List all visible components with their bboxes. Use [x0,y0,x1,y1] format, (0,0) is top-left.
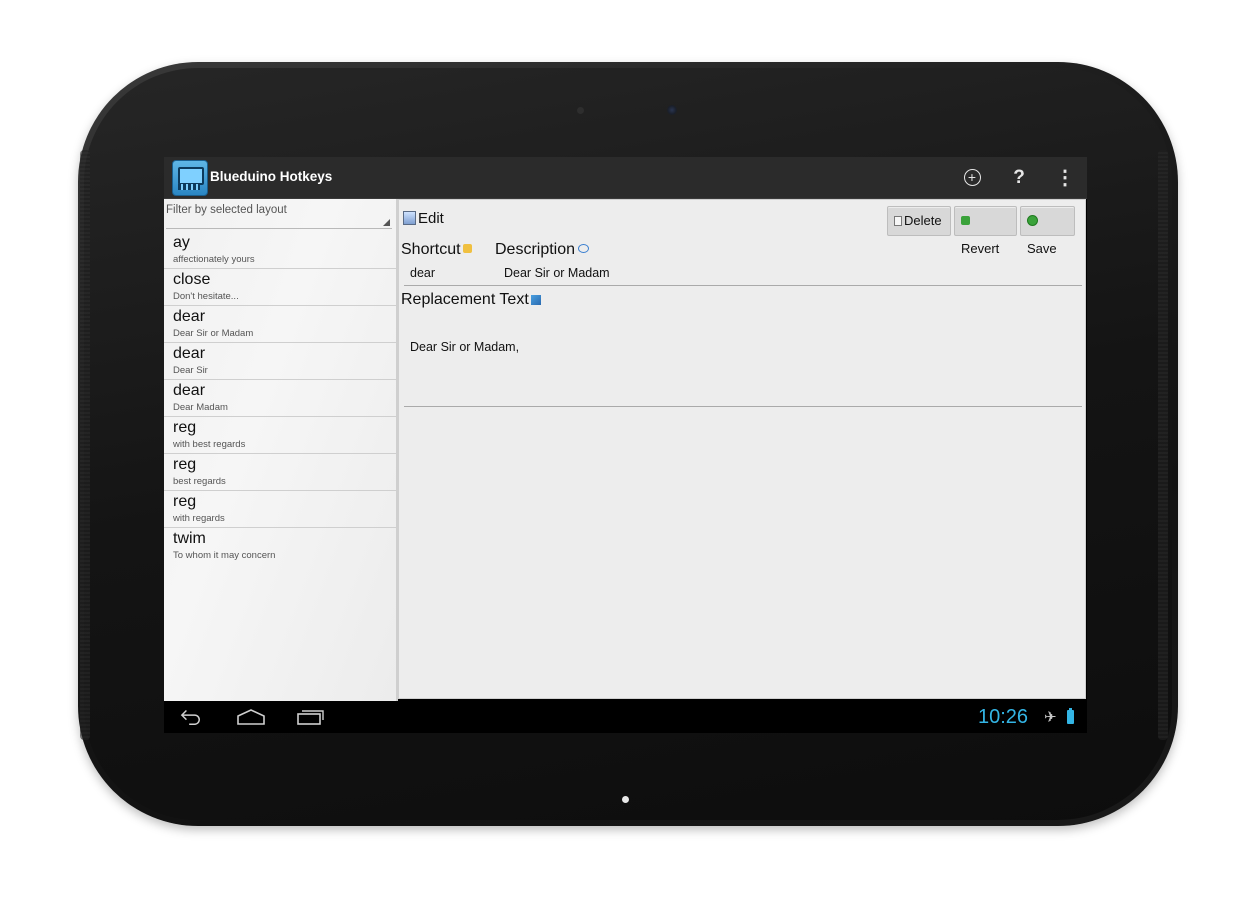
list-item[interactable]: twim To whom it may concern [164,528,396,564]
list-item-description: To whom it may concern [173,550,276,561]
revert-button[interactable]: Revert [954,206,1017,256]
list-item-shortcut: dear [173,382,206,399]
battery-icon [1067,708,1074,724]
save-button[interactable]: Save [1020,206,1075,256]
description-label-text: Description [495,241,576,258]
list-item-shortcut: close [173,271,211,288]
spinner-triangle-icon [383,219,390,226]
replacement-text-label: Replacement Text [401,291,541,309]
hotkey-list-panel: Filter by selected layout ay affectionat… [164,199,398,701]
replacement-text-label-text: Replacement Text [401,291,529,308]
help-button[interactable]: ? [1006,165,1032,191]
list-item-description: Dear Sir or Madam [173,328,254,339]
list-item-shortcut: reg [173,456,197,473]
layout-filter-label: Filter by selected layout [166,204,287,216]
list-item-description: with regards [173,513,225,524]
layout-filter-spinner[interactable]: Filter by selected layout [166,204,392,229]
shortcut-key-icon [462,244,472,253]
revert-button-label: Revert [961,241,1000,256]
shortcut-label-text: Shortcut [401,241,461,258]
list-item[interactable]: reg with regards [164,491,396,528]
action-bar: Blueduino Hotkeys + ? ⋮ [164,157,1087,199]
keyboard-keys-shape [178,184,200,190]
save-check-icon [1027,215,1038,227]
edit-panel: Edit Delete Revert Save Shortcut Descrip… [398,199,1086,699]
replacement-text-field[interactable]: Dear Sir or Madam, [404,340,1082,407]
shortcut-label: Shortcut [401,241,472,259]
screen: Blueduino Hotkeys + ? ⋮ Filter by select… [164,157,1087,733]
system-navigation-bar: 10:26 ✈ [164,701,1087,733]
list-item[interactable]: reg best regards [164,454,396,491]
home-icon[interactable] [236,709,266,725]
status-clock: 10:26 [978,706,1029,728]
speaker-grille-right [1158,150,1168,740]
airplane-icon: ✈ [1044,709,1057,726]
hotkey-list: ay affectionately yours close Don't hesi… [164,232,396,564]
delete-button[interactable]: Delete [887,206,951,236]
list-item[interactable]: dear Dear Sir or Madam [164,306,396,343]
shortcut-field[interactable]: dear [404,266,498,286]
list-item-shortcut: dear [173,345,206,362]
list-item[interactable]: ay affectionately yours [164,232,396,269]
description-label: Description [495,241,590,259]
front-camera [667,105,677,115]
list-item[interactable]: reg with best regards [164,417,396,454]
edit-heading: Edit [403,210,444,227]
list-item-shortcut: twim [173,530,206,547]
overflow-menu-button[interactable]: ⋮ [1052,165,1078,191]
list-item-description: best regards [173,476,226,487]
keyboard-app-icon[interactable] [172,160,208,196]
list-item-shortcut: reg [173,419,197,436]
delete-icon [894,215,902,226]
description-field[interactable]: Dear Sir or Madam [498,266,1082,286]
add-button[interactable]: + [959,165,985,191]
notification-led [622,796,629,803]
list-item[interactable]: dear Dear Madam [164,380,396,417]
text-replace-icon [530,295,541,305]
list-item[interactable]: close Don't hesitate... [164,269,396,306]
delete-button-label: Delete [904,213,942,228]
list-item-description: Don't hesitate... [173,291,239,302]
recent-apps-icon[interactable] [296,709,324,725]
list-item-shortcut: dear [173,308,206,325]
edit-icon [403,210,416,225]
speaker-grille-left [80,150,90,740]
back-icon[interactable] [180,707,202,725]
keyboard-screen-shape [178,167,204,185]
list-item[interactable]: dear Dear Sir [164,343,396,380]
list-item-shortcut: ay [173,234,190,251]
light-sensor [577,107,584,114]
list-item-description: with best regards [173,439,246,450]
app-title: Blueduino Hotkeys [210,169,333,184]
edit-heading-label: Edit [418,210,444,227]
list-item-description: affectionately yours [173,254,255,265]
list-item-description: Dear Sir [173,365,208,376]
save-button-label: Save [1027,241,1057,256]
revert-arrow-icon [961,216,970,226]
add-circle-icon: + [963,169,981,187]
speech-bubble-icon [578,244,590,253]
list-item-shortcut: reg [173,493,197,510]
list-item-description: Dear Madam [173,402,228,413]
